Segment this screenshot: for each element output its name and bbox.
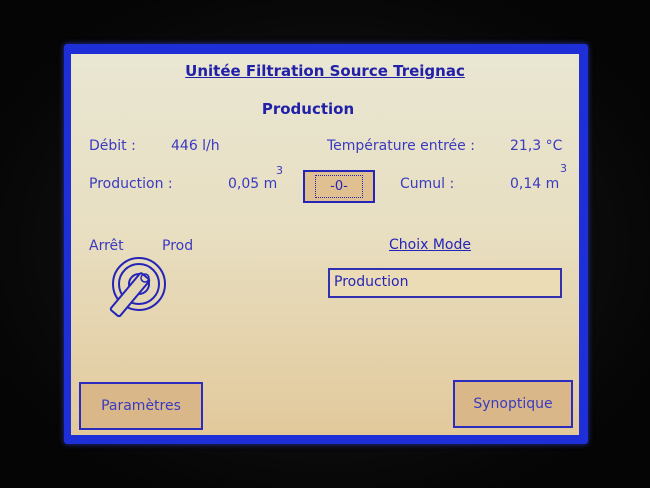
mode-choice-link[interactable]: Choix Mode — [389, 237, 471, 253]
cumul-label: Cumul : — [400, 176, 455, 192]
synoptique-button[interactable]: Synoptique — [453, 380, 573, 428]
debit-label: Débit : — [89, 138, 136, 154]
production-unit-exponent: 3 — [276, 164, 283, 177]
mode-select[interactable]: Production — [328, 268, 562, 298]
production-label: Production : — [89, 176, 173, 192]
cumul-unit-exponent: 3 — [560, 162, 567, 175]
switch-label-arret: Arrêt — [89, 238, 124, 254]
temperature-value: 21,3 °C — [510, 138, 563, 154]
debit-value: 446 l/h — [171, 138, 220, 154]
temperature-label: Température entrée : — [327, 138, 475, 154]
switch-label-prod: Prod — [162, 238, 194, 254]
parametres-button[interactable]: Paramètres — [79, 382, 203, 430]
reset-counter-button[interactable]: -0- — [303, 170, 375, 203]
cumul-value: 0,14 m — [510, 176, 560, 192]
hmi-screen: Unitée Filtration Source Treignac Produc… — [71, 54, 579, 435]
production-value: 0,05 m — [228, 176, 278, 192]
page-title: Unitée Filtration Source Treignac — [185, 62, 465, 80]
selector-switch-icon[interactable] — [105, 254, 169, 324]
page-subtitle: Production — [261, 100, 355, 118]
reset-counter-label: -0- — [315, 175, 363, 198]
